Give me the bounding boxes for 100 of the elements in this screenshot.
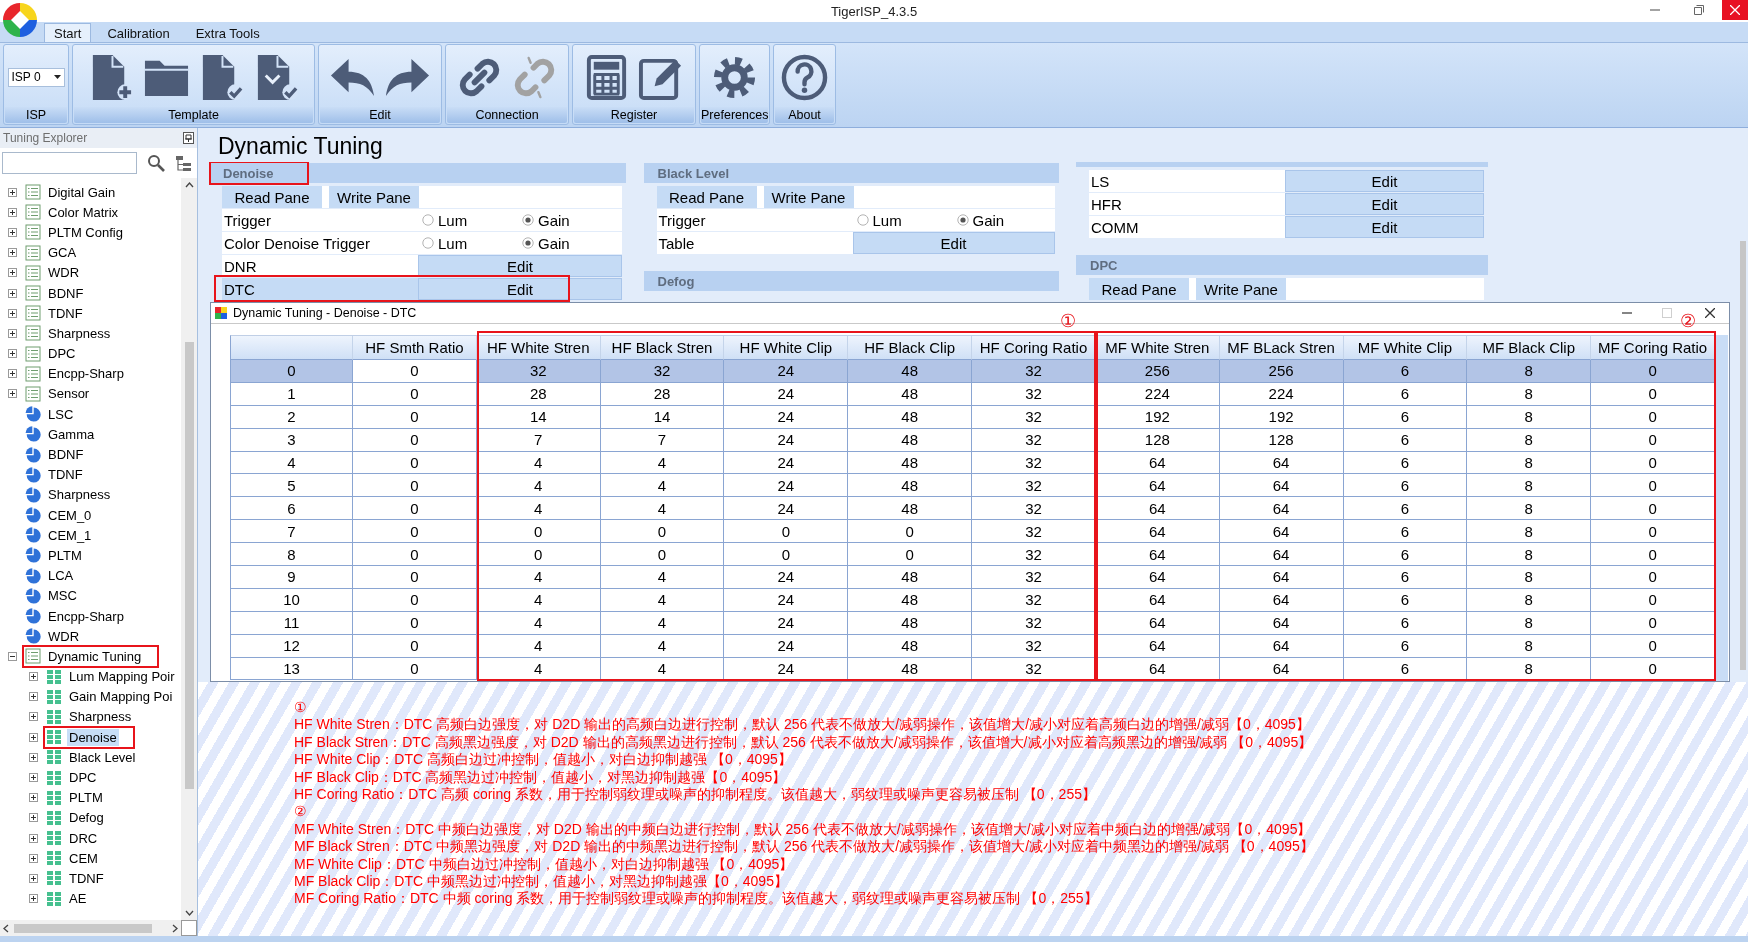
scrollbar-thumb[interactable] — [184, 342, 194, 789]
plus-box-icon[interactable] — [8, 389, 17, 399]
horizontal-scrollbar[interactable] — [0, 920, 197, 936]
tree-item[interactable]: PLTM — [46, 546, 84, 564]
radio-button[interactable] — [522, 214, 534, 226]
plus-box-icon[interactable] — [8, 268, 17, 278]
plus-box-icon[interactable] — [8, 288, 17, 298]
tree-item[interactable]: Defog — [67, 809, 106, 827]
column-header[interactable]: MF White Clip — [1343, 336, 1468, 360]
tree-item[interactable]: CEM_0 — [46, 506, 94, 524]
plus-box-icon[interactable] — [29, 833, 38, 843]
plus-box-icon[interactable] — [8, 227, 17, 237]
tree-item[interactable]: BDNF — [46, 446, 86, 464]
row-header[interactable]: 11 — [231, 611, 353, 635]
radio-button[interactable] — [956, 214, 969, 226]
tree-item[interactable]: TDNF — [46, 466, 85, 484]
tree-item[interactable]: CEM — [67, 849, 100, 867]
tree-item[interactable]: DPC — [46, 345, 78, 363]
tree-item[interactable]: Sharpness — [46, 486, 113, 504]
tree-item[interactable]: Sensor — [46, 385, 92, 403]
edit-button[interactable]: Edit — [1285, 193, 1484, 215]
column-header[interactable]: HF Coring Ratio — [972, 336, 1096, 360]
column-header[interactable]: HF White Stren — [476, 336, 601, 360]
plus-box-icon[interactable] — [29, 793, 38, 803]
row-header[interactable]: 9 — [231, 566, 353, 589]
tree-view-icon[interactable] — [175, 154, 192, 172]
pane-button[interactable]: Read Pane — [222, 186, 322, 208]
plus-box-icon[interactable] — [8, 207, 17, 217]
edit-button[interactable]: Edit — [418, 278, 622, 300]
plus-box-icon[interactable] — [29, 773, 38, 783]
ribbon-tab[interactable]: Start — [44, 23, 92, 42]
scrollbar-thumb[interactable] — [14, 923, 152, 933]
plus-box-icon[interactable] — [29, 732, 38, 742]
radio-button[interactable] — [422, 214, 434, 226]
tree-item[interactable]: DPC — [67, 769, 99, 787]
window-close-button[interactable] — [1722, 0, 1748, 20]
vertical-scrollbar[interactable] — [181, 178, 197, 920]
row-header[interactable]: 12 — [231, 634, 353, 658]
ribbon-tab[interactable]: Calibration — [97, 23, 180, 42]
row-header[interactable]: 0 — [231, 360, 353, 383]
scrollbar-thumb[interactable] — [1740, 241, 1746, 670]
vertical-scrollbar[interactable] — [1716, 335, 1728, 681]
tree-item[interactable]: WDR — [46, 627, 82, 645]
tree-item[interactable]: WDR — [46, 264, 82, 282]
row-header[interactable]: 6 — [231, 497, 353, 521]
tree-item[interactable]: GCA — [46, 244, 79, 262]
plus-box-icon[interactable] — [29, 752, 38, 762]
minus-box-icon[interactable] — [8, 651, 17, 661]
column-header[interactable]: MF Black Clip — [1467, 336, 1592, 360]
tree-item[interactable]: PLTM Config — [46, 223, 125, 241]
tree-item[interactable]: Black Level — [67, 748, 138, 766]
pin-icon[interactable] — [183, 132, 194, 144]
plus-box-icon[interactable] — [8, 349, 17, 359]
tree-item[interactable]: DRC — [67, 829, 100, 847]
plus-box-icon[interactable] — [29, 873, 38, 883]
edit-button[interactable]: Edit — [418, 255, 622, 277]
plus-box-icon[interactable] — [29, 672, 38, 682]
tree-item[interactable]: TDNF — [46, 304, 85, 322]
pane-button[interactable]: Read Pane — [656, 186, 757, 208]
pane-button[interactable]: Read Pane — [1089, 278, 1189, 300]
tree-item[interactable]: Digital Gain — [46, 183, 118, 201]
tree-item[interactable]: Dynamic Tuning — [46, 647, 144, 665]
column-header[interactable]: HF White Clip — [724, 336, 849, 360]
tree-item[interactable]: Denoise — [67, 728, 119, 746]
plus-box-icon[interactable] — [8, 328, 17, 338]
pane-button[interactable]: Write Pane — [329, 186, 419, 208]
radio-button[interactable] — [422, 237, 434, 249]
tree-item[interactable]: Sharpness — [67, 708, 134, 726]
tree-item[interactable]: Gamma — [46, 425, 97, 443]
tree-item[interactable]: BDNF — [46, 284, 86, 302]
ribbon-tab[interactable]: Extra Tools — [185, 23, 270, 42]
tree-item[interactable]: CEM_1 — [46, 526, 94, 544]
tree-item[interactable]: LSC — [46, 405, 76, 423]
column-header[interactable]: HF Black Stren — [600, 336, 725, 360]
row-header[interactable]: 4 — [231, 451, 353, 475]
column-header[interactable]: HF Black Clip — [848, 336, 973, 360]
tree-item[interactable]: Encpp-Sharp — [46, 365, 126, 383]
edit-button[interactable]: Edit — [1285, 170, 1484, 192]
plus-box-icon[interactable] — [8, 187, 17, 197]
tree-item[interactable]: Sharpness — [46, 324, 113, 342]
tree-item[interactable]: AE — [67, 890, 89, 908]
search-field[interactable] — [2, 152, 137, 174]
tree-item[interactable]: Lum Mapping Poir — [67, 668, 177, 686]
plus-box-icon[interactable] — [8, 369, 17, 379]
radio-button[interactable] — [856, 214, 869, 226]
tree-item[interactable]: Color Matrix — [46, 203, 121, 221]
plus-box-icon[interactable] — [29, 692, 38, 702]
row-header[interactable]: 10 — [231, 588, 353, 612]
plus-box-icon[interactable] — [8, 248, 17, 258]
row-header[interactable]: 5 — [231, 474, 353, 498]
plus-box-icon[interactable] — [8, 308, 17, 318]
column-header[interactable]: HF Smth Ratio — [353, 336, 477, 360]
tree-item[interactable]: Encpp-Sharp — [46, 607, 126, 625]
pane-button[interactable]: Write Pane — [763, 186, 854, 208]
row-header[interactable]: 7 — [231, 520, 353, 544]
plus-box-icon[interactable] — [29, 712, 38, 722]
row-header[interactable]: 1 — [231, 382, 353, 406]
edit-button[interactable]: Edit — [852, 232, 1055, 254]
column-header[interactable]: MF Coring Ratio — [1591, 336, 1715, 360]
pane-button[interactable]: Write Pane — [1196, 278, 1286, 300]
